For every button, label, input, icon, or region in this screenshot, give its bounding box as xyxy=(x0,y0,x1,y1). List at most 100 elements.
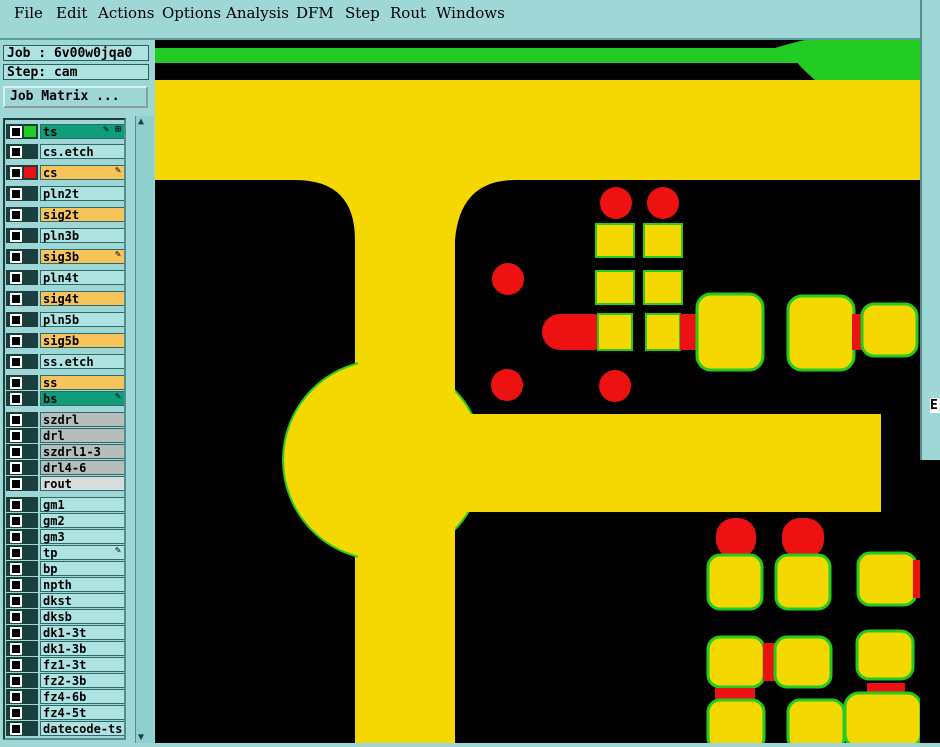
layer-toggle[interactable] xyxy=(6,249,38,264)
layer-toggle[interactable] xyxy=(6,354,38,369)
layer-row-dk1-3t[interactable]: dk1-3t xyxy=(6,625,124,640)
layer-toggle[interactable] xyxy=(6,641,38,656)
layer-toggle[interactable] xyxy=(6,529,38,544)
layer-toggle[interactable] xyxy=(6,625,38,640)
checkbox-icon[interactable] xyxy=(10,579,22,591)
menu-dfm[interactable]: DFM xyxy=(296,4,334,22)
layer-toggle[interactable] xyxy=(6,270,38,285)
layer-name[interactable]: pln5b xyxy=(40,312,124,327)
layer-row-bp[interactable]: bp xyxy=(6,561,124,576)
checkbox-icon[interactable] xyxy=(10,146,22,158)
checkbox-icon[interactable] xyxy=(10,499,22,511)
layer-name[interactable]: dkst xyxy=(40,593,124,608)
checkbox-icon[interactable] xyxy=(10,691,22,703)
layer-row-tp[interactable]: tp ✎ xyxy=(6,545,124,560)
layer-row-szdrl1-3[interactable]: szdrl1-3 xyxy=(6,444,124,459)
layer-name[interactable]: pln4t xyxy=(40,270,124,285)
layer-toggle[interactable] xyxy=(6,186,38,201)
layer-name[interactable]: pln3b xyxy=(40,228,124,243)
menu-options[interactable]: Options xyxy=(162,4,221,22)
layer-name[interactable]: ss.etch xyxy=(40,354,124,369)
menu-step[interactable]: Step xyxy=(345,4,380,22)
layer-row-drl4-6[interactable]: drl4-6 xyxy=(6,460,124,475)
layer-toggle[interactable] xyxy=(6,657,38,672)
checkbox-icon[interactable] xyxy=(10,515,22,527)
layer-name[interactable]: bs xyxy=(40,391,124,406)
layer-name[interactable]: dk1-3b xyxy=(40,641,124,656)
layer-row-dksb[interactable]: dksb xyxy=(6,609,124,624)
layer-name[interactable]: gm2 xyxy=(40,513,124,528)
layer-row-fz2-3b[interactable]: fz2-3b xyxy=(6,673,124,688)
menu-windows[interactable]: Windows xyxy=(436,4,505,22)
layer-name[interactable]: fz1-3t xyxy=(40,657,124,672)
layer-name[interactable]: rout xyxy=(40,476,124,491)
layer-name[interactable]: sig3b xyxy=(40,249,124,264)
layer-row-fz4-5t[interactable]: fz4-5t xyxy=(6,705,124,720)
layer-name[interactable]: ss xyxy=(40,375,124,390)
layer-row-pln5b[interactable]: pln5b xyxy=(6,312,124,327)
layer-toggle[interactable] xyxy=(6,207,38,222)
layer-toggle[interactable] xyxy=(6,428,38,443)
checkbox-icon[interactable] xyxy=(10,393,22,405)
layer-row-dk1-3b[interactable]: dk1-3b xyxy=(6,641,124,656)
layer-row-dkst[interactable]: dkst xyxy=(6,593,124,608)
layer-row-sig3b[interactable]: sig3b ✎ xyxy=(6,249,124,264)
checkbox-icon[interactable] xyxy=(10,531,22,543)
layer-toggle[interactable] xyxy=(6,228,38,243)
layer-row-pln3b[interactable]: pln3b xyxy=(6,228,124,243)
checkbox-icon[interactable] xyxy=(10,209,22,221)
layer-row-cs[interactable]: cs ✎ xyxy=(6,165,124,180)
layer-row-sig4t[interactable]: sig4t xyxy=(6,291,124,306)
layer-toggle[interactable] xyxy=(6,577,38,592)
checkbox-icon[interactable] xyxy=(10,675,22,687)
layer-name[interactable]: szdrl1-3 xyxy=(40,444,124,459)
layer-row-pln2t[interactable]: pln2t xyxy=(6,186,124,201)
layer-toggle[interactable] xyxy=(6,391,38,406)
layer-row-ss[interactable]: ss xyxy=(6,375,124,390)
checkbox-icon[interactable] xyxy=(10,478,22,490)
checkbox-icon[interactable] xyxy=(10,188,22,200)
menu-actions[interactable]: Actions xyxy=(98,4,154,22)
layer-row-sig2t[interactable]: sig2t xyxy=(6,207,124,222)
checkbox-icon[interactable] xyxy=(10,627,22,639)
layer-toggle[interactable] xyxy=(6,444,38,459)
layer-toggle[interactable] xyxy=(6,165,38,180)
menu-rout[interactable]: Rout xyxy=(390,4,426,22)
layer-toggle[interactable] xyxy=(6,375,38,390)
checkbox-icon[interactable] xyxy=(10,167,22,179)
layer-row-ts[interactable]: ts ✎ ⊞ xyxy=(6,124,124,139)
checkbox-icon[interactable] xyxy=(10,659,22,671)
layer-name[interactable]: fz2-3b xyxy=(40,673,124,688)
layer-toggle[interactable] xyxy=(6,460,38,475)
layer-toggle[interactable] xyxy=(6,333,38,348)
layer-toggle[interactable] xyxy=(6,312,38,327)
layer-name[interactable]: drl4-6 xyxy=(40,460,124,475)
layer-name[interactable]: pln2t xyxy=(40,186,124,201)
layer-toggle[interactable] xyxy=(6,689,38,704)
layer-name[interactable]: szdrl xyxy=(40,412,124,427)
layer-toggle[interactable] xyxy=(6,144,38,159)
checkbox-icon[interactable] xyxy=(10,230,22,242)
graphics-canvas[interactable] xyxy=(155,40,923,747)
layer-name[interactable]: fz4-6b xyxy=(40,689,124,704)
layer-toggle[interactable] xyxy=(6,545,38,560)
layer-name[interactable]: datecode-ts xyxy=(40,721,124,736)
layer-row-rout[interactable]: rout xyxy=(6,476,124,491)
checkbox-icon[interactable] xyxy=(10,293,22,305)
menu-analysis[interactable]: Analysis xyxy=(226,4,289,22)
layer-row-pln4t[interactable]: pln4t xyxy=(6,270,124,285)
layer-name[interactable]: sig5b xyxy=(40,333,124,348)
checkbox-icon[interactable] xyxy=(10,595,22,607)
checkbox-icon[interactable] xyxy=(10,723,22,735)
checkbox-icon[interactable] xyxy=(10,446,22,458)
layer-toggle[interactable] xyxy=(6,721,38,736)
menu-edit[interactable]: Edit xyxy=(56,4,87,22)
layer-toggle[interactable] xyxy=(6,673,38,688)
layer-toggle[interactable] xyxy=(6,497,38,512)
layer-row-sig5b[interactable]: sig5b xyxy=(6,333,124,348)
layer-row-fz1-3t[interactable]: fz1-3t xyxy=(6,657,124,672)
layer-name[interactable]: cs.etch xyxy=(40,144,124,159)
layer-row-drl[interactable]: drl xyxy=(6,428,124,443)
layer-row-szdrl[interactable]: szdrl xyxy=(6,412,124,427)
checkbox-icon[interactable] xyxy=(10,611,22,623)
